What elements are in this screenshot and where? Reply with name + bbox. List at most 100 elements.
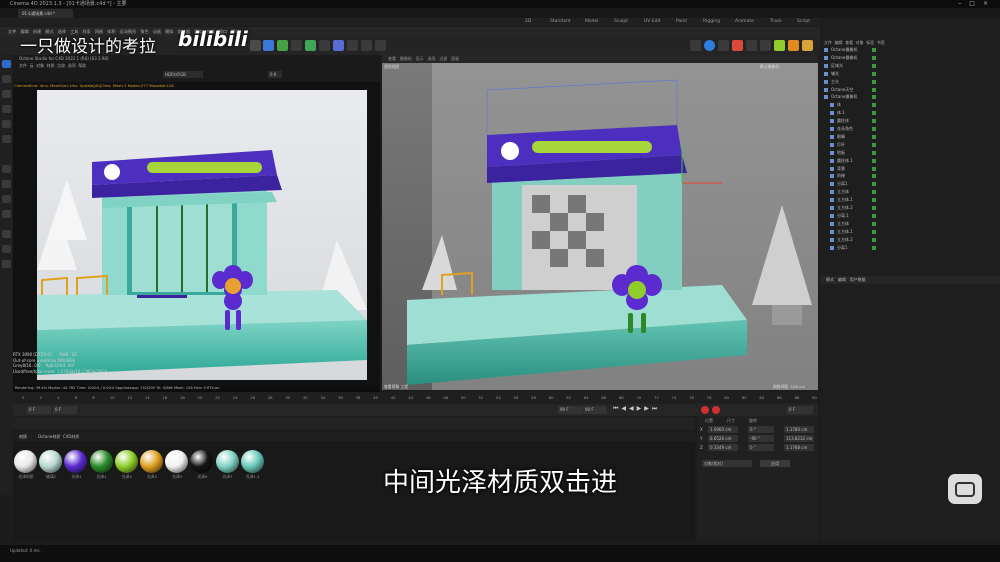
octane-menu-objects[interactable]: 对象	[36, 63, 44, 68]
visibility-check-icon[interactable]	[872, 182, 876, 187]
spline-icon[interactable]	[319, 40, 330, 51]
visibility-check-icon[interactable]	[872, 134, 876, 139]
end-frame-field[interactable]: 90 F	[558, 406, 582, 414]
object-row[interactable]: 圆柱体	[822, 118, 998, 125]
coord-pos-field[interactable]: 1.0960 cm	[708, 426, 738, 433]
object-row[interactable]: 体.1	[822, 110, 998, 117]
octane-menu-cloud[interactable]: 云	[30, 63, 34, 68]
object-row[interactable]: Octane摄像机	[822, 55, 998, 62]
octane-render-icon[interactable]	[732, 40, 743, 51]
edges-mode-icon[interactable]	[2, 165, 11, 173]
start-frame-field[interactable]: 0 F	[53, 406, 77, 414]
object-row[interactable]: Octane摄像机	[822, 94, 998, 101]
rotate-tool-icon[interactable]	[2, 120, 11, 128]
live-select-icon[interactable]	[2, 75, 11, 83]
coord-size-field[interactable]: -90 °	[748, 435, 774, 442]
visibility-check-icon[interactable]	[872, 174, 876, 179]
object-row[interactable]: 分离1	[822, 245, 998, 252]
visibility-check-icon[interactable]	[872, 213, 876, 218]
layout-sculpt[interactable]: Sculpt	[614, 18, 628, 26]
object-row[interactable]: 立方体.1	[822, 197, 998, 204]
visibility-check-icon[interactable]	[872, 166, 876, 171]
minimize-icon[interactable]: –	[958, 0, 969, 7]
tab-c4d-materials[interactable]: C4D材质	[63, 432, 79, 441]
view-menu[interactable]: 查看	[388, 56, 396, 61]
visibility-check-icon[interactable]	[872, 48, 876, 52]
move-tool-icon[interactable]	[2, 90, 11, 98]
layout-uv-edit[interactable]: UV Edit	[644, 18, 661, 26]
object-row[interactable]: 分离.1	[822, 213, 998, 220]
octane-sphere-icon[interactable]	[704, 40, 715, 51]
color-mode-select[interactable]: HDR/sRGB	[163, 71, 203, 78]
octane-menu-help[interactable]: 帮助	[78, 63, 86, 68]
octane-contrast-icon[interactable]	[718, 40, 729, 51]
object-row[interactable]: 背景	[822, 166, 998, 173]
autokey-icon[interactable]	[712, 406, 720, 414]
visibility-check-icon[interactable]	[872, 111, 876, 116]
zoom-field[interactable]: 0.6	[268, 71, 282, 78]
array-icon[interactable]	[347, 40, 358, 51]
octane-light-icon[interactable]	[788, 40, 799, 51]
camera-icon[interactable]	[375, 40, 386, 51]
nurbs-icon[interactable]	[333, 40, 344, 51]
visibility-check-icon[interactable]	[872, 229, 876, 234]
display-menu[interactable]: 显示	[416, 56, 424, 61]
octane-menu-file[interactable]: 文件	[19, 63, 27, 68]
visibility-check-icon[interactable]	[872, 127, 876, 131]
object-row[interactable]: 体	[822, 102, 998, 109]
object-row[interactable]: 灯杆	[822, 142, 998, 149]
record-icon[interactable]	[701, 406, 709, 414]
object-row[interactable]: Octane摄像机	[822, 47, 998, 54]
octane-menu-compare[interactable]: 比较	[57, 63, 65, 68]
select-tool-icon[interactable]	[2, 60, 11, 68]
visibility-check-icon[interactable]	[872, 150, 876, 155]
object-row[interactable]: 分离1	[822, 181, 998, 188]
octane-live-icon[interactable]	[690, 40, 701, 51]
obj-menu-view[interactable]: 查看	[845, 40, 853, 45]
polygons-mode-icon[interactable]	[2, 180, 11, 188]
obj-menu-file[interactable]: 文件	[824, 40, 832, 45]
model-mode-icon[interactable]	[2, 195, 11, 203]
octane-material-icon[interactable]	[774, 40, 785, 51]
camera-menu[interactable]: 摄像机	[400, 56, 412, 61]
filter-menu[interactable]: 过滤	[439, 56, 447, 61]
playback-controls[interactable]: ⏮◀◀▶▶⏭	[613, 405, 660, 413]
tab-materials[interactable]: 材质	[19, 432, 27, 441]
octane-settings-icon[interactable]	[760, 40, 771, 51]
object-row[interactable]: 立方体.1	[822, 229, 998, 236]
document-tab[interactable]: 01卡通场景.c4d *	[18, 9, 73, 18]
layout-rigging[interactable]: Rigging	[703, 18, 720, 26]
scale-icon[interactable]	[277, 40, 288, 51]
snap-icon[interactable]	[2, 245, 11, 253]
obj-menu-tag[interactable]: 标签	[866, 40, 874, 45]
axis-mode-icon[interactable]	[2, 230, 11, 238]
object-row[interactable]: 辅光	[822, 71, 998, 78]
object-row[interactable]: 花朵角色	[822, 126, 998, 133]
coord-pos-field[interactable]: 0.3349 cm	[708, 444, 738, 451]
object-row[interactable]: 区域光	[822, 63, 998, 70]
obj-menu-bookmark[interactable]: 书签	[877, 40, 885, 45]
object-row[interactable]: 圆柱体.1	[822, 158, 998, 165]
options-menu[interactable]: 选项	[427, 56, 435, 61]
panel-menu[interactable]: 面板	[451, 56, 459, 61]
visibility-check-icon[interactable]	[872, 95, 876, 100]
frame-field[interactable]: 0 F	[787, 406, 813, 414]
scale-tool-icon[interactable]	[2, 105, 11, 113]
object-row[interactable]: 立方体	[822, 189, 998, 196]
layout-model[interactable]: Model	[585, 18, 599, 26]
rotate-icon[interactable]	[291, 40, 302, 51]
visibility-check-icon[interactable]	[872, 221, 876, 226]
visibility-check-icon[interactable]	[872, 119, 876, 124]
object-row[interactable]: Octane天空	[822, 87, 998, 94]
coord-rot-field[interactable]: 1.1780 cm	[784, 426, 814, 433]
object-row[interactable]: 立方体.2	[822, 237, 998, 244]
object-row[interactable]: 立方体.2	[822, 205, 998, 212]
maximize-icon[interactable]: □	[969, 0, 983, 7]
menu-file[interactable]: 文件	[8, 29, 16, 34]
layout-script[interactable]: Script	[797, 18, 810, 26]
visibility-check-icon[interactable]	[872, 190, 876, 195]
coord-rot-field[interactable]: 113.8232 cm	[784, 435, 814, 442]
object-row[interactable]: 地板	[822, 150, 998, 157]
workplane-icon[interactable]	[2, 260, 11, 268]
visibility-check-icon[interactable]	[872, 198, 876, 203]
